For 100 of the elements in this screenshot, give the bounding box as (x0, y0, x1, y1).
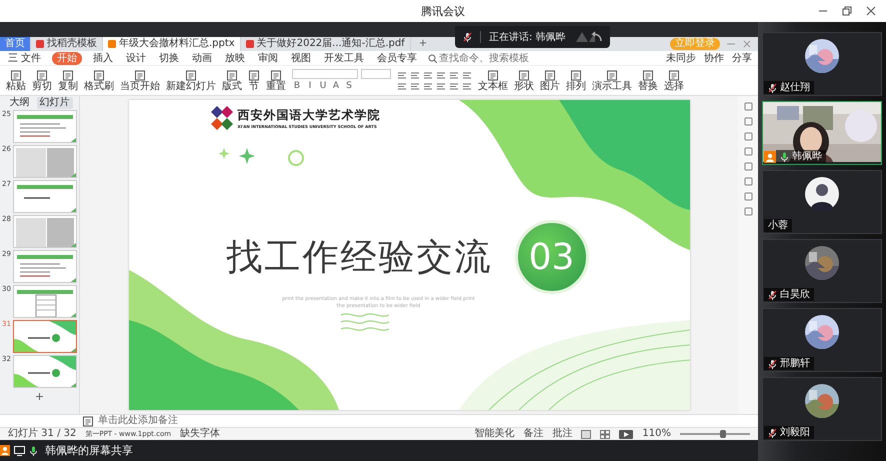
microphone-icon[interactable] (29, 446, 38, 456)
ribbon-button[interactable]: 演示工具 (592, 80, 632, 92)
participant-name: 邢鹏轩 (780, 358, 810, 369)
menu-tab[interactable]: 开发工具 (322, 52, 366, 64)
add-slide-button[interactable]: + (34, 390, 44, 403)
menu-tab[interactable]: 视图 (289, 52, 314, 64)
ribbon-button[interactable]: 图片 (540, 80, 560, 92)
slide-thumbnail[interactable] (13, 320, 77, 353)
menu-tab[interactable]: 动画 (190, 52, 214, 64)
file-icon (108, 40, 116, 48)
ribbon-button[interactable]: 复制 (58, 80, 78, 92)
screen-icon[interactable] (14, 446, 25, 456)
mic-muted-icon[interactable] (768, 358, 777, 368)
format-button[interactable]: A (331, 81, 341, 92)
logo-icon (210, 106, 232, 130)
slide-thumbnail[interactable] (13, 110, 77, 143)
missing-font-button[interactable]: 缺失字体 (180, 428, 220, 440)
slide-counter: 幻灯片 31 / 32 (8, 428, 76, 440)
page-icon (10, 70, 22, 80)
mic-muted-icon[interactable] (768, 290, 777, 300)
menu-tab[interactable]: 放映 (223, 52, 248, 64)
align-icon[interactable] (410, 82, 420, 90)
menu-tab[interactable]: 设计 (124, 52, 148, 64)
participant-name: 赵仕翔 (780, 82, 810, 93)
format-button[interactable]: S (344, 81, 354, 92)
format-button[interactable]: U (318, 81, 328, 92)
panel-tab[interactable]: 幻灯片 (36, 97, 72, 109)
align-icon[interactable] (423, 70, 433, 80)
align-icon[interactable] (449, 82, 459, 90)
menu-tab[interactable]: 三 文件 (6, 52, 44, 64)
page-icon (226, 70, 238, 80)
notes-button[interactable]: 备注 (523, 428, 544, 440)
page-icon (82, 416, 94, 426)
toolbar-link[interactable]: 未同步 (666, 51, 696, 65)
slide-thumbnail[interactable] (13, 180, 77, 213)
ribbon-button[interactable]: 当页开始 (120, 80, 160, 92)
ribbon-button[interactable]: 格式刷 (84, 80, 114, 92)
align-icon[interactable] (449, 70, 459, 80)
format-button[interactable]: I (305, 81, 315, 92)
toolbar-link[interactable]: 协作 (704, 51, 724, 65)
panel-tab[interactable]: 大纲 (6, 97, 32, 109)
grid-view-icon[interactable] (600, 430, 610, 438)
notes-field[interactable]: 单击此处添加备注 (98, 415, 178, 427)
ribbon-button[interactable]: 替换 (638, 80, 658, 92)
screen-share-label: 韩佩晔的屏幕共享 (45, 443, 133, 458)
ribbon-button[interactable]: 排列 (566, 80, 586, 92)
host-icon (0, 445, 10, 456)
normal-view-icon[interactable] (581, 430, 592, 438)
back-arrow-icon[interactable] (574, 31, 602, 43)
beautify-button[interactable]: 智能美化 (474, 428, 514, 440)
slide-thumbnail[interactable] (13, 250, 77, 283)
align-icon[interactable] (397, 70, 407, 80)
speaker-label: 正在讲话: 韩佩晔 (489, 30, 566, 44)
restore-icon[interactable] (842, 6, 852, 16)
zoom-level: 110% (642, 428, 671, 440)
menu-tab[interactable]: 审阅 (256, 52, 280, 64)
file-icon (246, 40, 254, 48)
close-icon[interactable] (866, 6, 876, 16)
document-tab[interactable]: 关于做好2022届...通知-汇总.pdf (240, 37, 411, 51)
slide-thumbnail[interactable] (13, 215, 77, 248)
page-icon (93, 70, 105, 80)
align-icon[interactable] (462, 70, 472, 80)
align-icon[interactable] (436, 70, 446, 80)
microphone-icon[interactable] (780, 152, 789, 162)
ribbon-button[interactable]: 文本框 (478, 80, 508, 92)
ribbon-button[interactable]: 剪切 (32, 80, 52, 92)
play-icon[interactable] (619, 430, 634, 438)
page-icon (642, 70, 654, 80)
ribbon-button[interactable]: 形状 (514, 80, 534, 92)
document-tab[interactable]: 年级大会撤材料汇总.pptx (103, 37, 241, 51)
comments-button[interactable]: 批注 (552, 428, 572, 440)
align-icon[interactable] (462, 82, 472, 90)
ribbon-button[interactable]: 节 (249, 80, 259, 92)
menu-tab[interactable]: 切换 (157, 52, 182, 64)
slide-thumbnail[interactable] (13, 285, 77, 318)
align-icon[interactable] (423, 82, 433, 90)
ribbon-button[interactable]: 粘贴 (6, 80, 26, 92)
ribbon-button[interactable]: 版式 (222, 80, 242, 92)
slide-thumbnail[interactable] (13, 355, 77, 388)
toolbar-link[interactable]: 分享 (732, 51, 752, 65)
page-icon (62, 70, 74, 80)
mic-muted-icon[interactable] (768, 82, 777, 92)
ribbon-button[interactable]: 重置 (266, 80, 286, 92)
align-icon[interactable] (410, 70, 420, 80)
slide-thumbnail[interactable] (13, 145, 77, 178)
mic-muted-icon[interactable] (768, 428, 777, 438)
page-icon (36, 70, 48, 80)
align-icon[interactable] (436, 82, 446, 90)
align-icon[interactable] (397, 82, 407, 90)
format-button[interactable]: B (292, 81, 302, 92)
menu-tab[interactable]: 插入 (91, 52, 116, 64)
new-tab-button[interactable]: + (410, 37, 436, 51)
document-tab[interactable]: 首页 (0, 37, 31, 51)
school-name: 西安外国语大学艺术学院 (238, 107, 380, 124)
page-icon (570, 70, 582, 80)
menu-tab[interactable]: 会员专享 (375, 52, 420, 64)
mic-muted-icon[interactable] (463, 32, 472, 42)
search-field[interactable]: 查找命令、搜索模板 (428, 52, 548, 64)
ribbon-button[interactable]: 新建幻灯片 (166, 80, 216, 92)
ribbon-button[interactable]: 选择 (664, 80, 684, 92)
